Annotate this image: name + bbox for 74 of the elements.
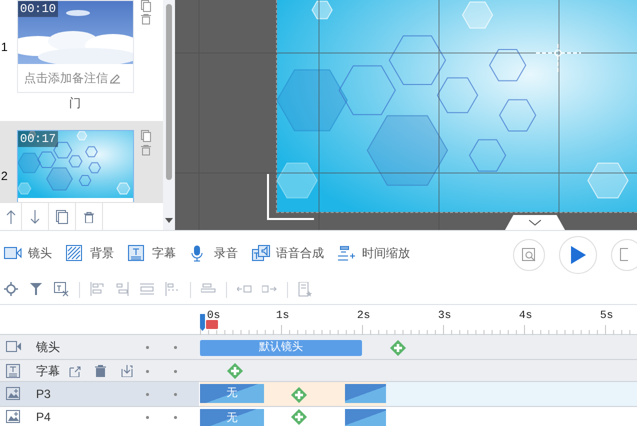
timeline-scale-icon bbox=[338, 244, 356, 262]
copy-icon[interactable] bbox=[141, 130, 151, 142]
duration-badge: 00:17 bbox=[18, 131, 58, 147]
duration-badge: 00:10 bbox=[18, 1, 58, 17]
transition-clip[interactable]: 无 bbox=[200, 409, 264, 426]
trash-icon bbox=[84, 212, 94, 222]
slide-number: 2 bbox=[1, 168, 8, 185]
distribute-icon[interactable] bbox=[140, 282, 155, 297]
target-icon[interactable] bbox=[4, 282, 19, 297]
ruler-label: 0s bbox=[207, 309, 220, 324]
crosshair-icon[interactable] bbox=[536, 44, 581, 74]
camera-icon bbox=[4, 244, 22, 262]
align-dots-icon[interactable] bbox=[165, 282, 180, 297]
ruler-label: 2s bbox=[357, 309, 370, 324]
frame-icon bbox=[620, 248, 628, 262]
speech-box-icon bbox=[252, 244, 270, 262]
play-icon bbox=[570, 246, 586, 264]
copy-icon bbox=[56, 210, 68, 224]
image-icon bbox=[6, 410, 22, 424]
play-button[interactable] bbox=[559, 236, 597, 274]
track-name: 镜头 bbox=[36, 340, 60, 354]
slide-card[interactable]: 00:17 bbox=[17, 130, 134, 202]
arrow-up-icon bbox=[6, 210, 16, 224]
hatched-square-icon bbox=[66, 244, 84, 262]
track-header[interactable]: P3 bbox=[0, 382, 199, 406]
trash-icon[interactable] bbox=[141, 14, 151, 25]
track-name: P3 bbox=[36, 387, 51, 401]
add-keyframe-icon[interactable] bbox=[291, 386, 307, 402]
align-left-icon[interactable] bbox=[90, 282, 105, 297]
magnifier-icon bbox=[522, 248, 536, 262]
transition-clip[interactable] bbox=[345, 384, 386, 403]
chevron-down-icon bbox=[529, 220, 541, 226]
tool-button[interactable]: 语音合成 bbox=[252, 244, 324, 262]
slide-number: 1 bbox=[1, 39, 8, 56]
transition-clip[interactable]: 无 bbox=[200, 384, 264, 403]
ruler-label: 1s bbox=[276, 309, 290, 324]
transition-clip[interactable] bbox=[345, 409, 386, 426]
trash-icon[interactable] bbox=[141, 145, 151, 156]
text-box-icon bbox=[6, 364, 22, 378]
ruler-label: 3s bbox=[438, 309, 452, 324]
export-button[interactable] bbox=[611, 239, 637, 271]
tool-button[interactable]: 录音 bbox=[190, 244, 238, 262]
pencil-icon[interactable] bbox=[109, 72, 121, 84]
track-name: P4 bbox=[36, 410, 51, 424]
slide-caption: 门 bbox=[69, 96, 81, 110]
zoom-preview-button[interactable] bbox=[513, 239, 545, 271]
scroll-down-icon[interactable] bbox=[165, 218, 173, 223]
tool-button[interactable]: 背景 bbox=[66, 244, 114, 262]
camera-icon bbox=[6, 340, 22, 354]
tool-button[interactable]: 时间缩放 bbox=[338, 244, 410, 262]
align-right-icon[interactable] bbox=[115, 282, 130, 297]
add-keyframe-icon[interactable] bbox=[291, 409, 307, 425]
tool-button[interactable]: 镜头 bbox=[4, 244, 52, 262]
document-star-icon[interactable] bbox=[298, 282, 313, 297]
image-icon bbox=[6, 387, 22, 401]
text-box-icon bbox=[128, 244, 146, 262]
corner-bracket-icon bbox=[267, 174, 315, 220]
filter-icon[interactable] bbox=[29, 282, 44, 297]
edit-icon[interactable] bbox=[69, 364, 81, 376]
scrollbar-thumb[interactable] bbox=[166, 4, 172, 180]
track-name: 字幕 bbox=[36, 364, 60, 378]
ruler-label: 4s bbox=[519, 309, 532, 324]
trash-icon[interactable] bbox=[95, 364, 107, 376]
ruler-label: 5s bbox=[600, 309, 614, 324]
arrow-down-icon bbox=[30, 210, 40, 224]
add-keyframe-icon[interactable] bbox=[390, 340, 406, 356]
tool-button[interactable]: 字幕 bbox=[128, 244, 176, 262]
scrollbar[interactable] bbox=[163, 0, 175, 230]
import-icon[interactable] bbox=[121, 364, 133, 376]
slide-card[interactable]: 00:10 点击添加备注信 bbox=[17, 0, 134, 93]
clear-filter-icon[interactable] bbox=[54, 282, 69, 297]
copy-icon[interactable] bbox=[141, 0, 151, 12]
slide-row[interactable]: 2 00:17 bbox=[0, 121, 163, 202]
add-keyframe-icon[interactable] bbox=[227, 363, 243, 379]
